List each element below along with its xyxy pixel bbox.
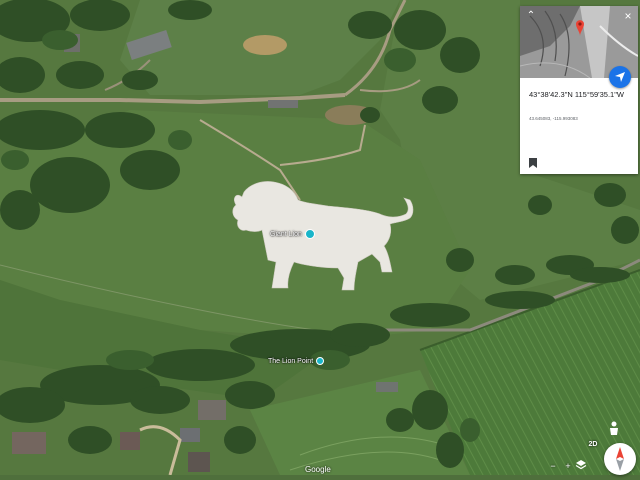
giant-lion-place-label[interactable]: Giant Lion	[270, 229, 315, 239]
fly-to-button[interactable]	[609, 66, 631, 88]
place-name: Giant Lion	[270, 230, 302, 238]
layers-icon[interactable]	[574, 459, 588, 473]
google-logo: Google	[305, 465, 331, 474]
pin-icon	[316, 357, 325, 365]
view-mode-toggle[interactable]: 2D	[585, 441, 601, 453]
place-name: The Lion Point	[268, 357, 314, 365]
pin-icon	[304, 229, 315, 239]
coordinates-text: 43°38'42.3"N 115°59'35.1"W	[529, 90, 624, 99]
navigation-arrow-icon	[615, 72, 625, 82]
decimal-coordinates-text: 43.645083, -115.993083	[529, 116, 578, 121]
pegman-icon[interactable]	[608, 421, 620, 435]
close-icon[interactable]: ×	[620, 8, 636, 24]
chevron-up-icon[interactable]: ⌃	[524, 9, 538, 23]
bookmark-icon[interactable]	[529, 158, 537, 168]
lion-point-place-label[interactable]: The Lion Point	[268, 357, 325, 365]
zoom-in-button[interactable]: +	[561, 461, 575, 473]
location-info-card: ⌃ × 43°38'42.3"N 115°59'35.1"W 43.645083…	[520, 6, 638, 174]
compass-icon[interactable]	[604, 443, 636, 475]
zoom-out-button[interactable]: −	[546, 461, 560, 473]
